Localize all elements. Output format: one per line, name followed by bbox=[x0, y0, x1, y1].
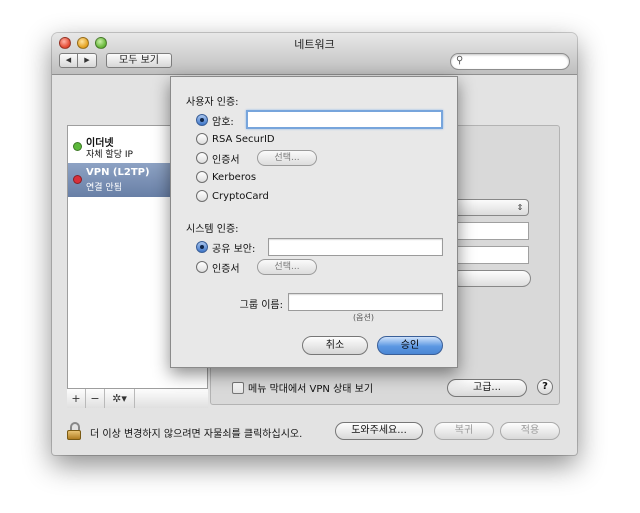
show-vpn-status-option[interactable]: 메뉴 막대에서 VPN 상태 보기 bbox=[232, 380, 373, 395]
lock-icon[interactable] bbox=[66, 422, 82, 440]
user-auth-option-certificate[interactable]: 인증서 bbox=[196, 151, 240, 166]
authentication-settings-sheet: 사용자 인증: 암호: RSA SecurID 인증서 선택... Kerber… bbox=[170, 76, 458, 368]
radio-icon[interactable] bbox=[196, 261, 208, 273]
ok-button[interactable]: 승인 bbox=[377, 336, 443, 355]
password-field[interactable] bbox=[246, 110, 443, 129]
user-auth-option-cryptocard[interactable]: CryptoCard bbox=[196, 189, 269, 203]
titlebar: 네트워크 ◀ ▶ 모두 보기 ⚲ bbox=[52, 33, 577, 75]
user-auth-option-rsa[interactable]: RSA SecurID bbox=[196, 132, 275, 146]
user-auth-option-kerberos[interactable]: Kerberos bbox=[196, 170, 256, 184]
lock-message: 더 이상 변경하지 않으려면 자물쇠를 클릭하십시오. bbox=[90, 429, 303, 440]
option-label: 인증서 bbox=[212, 154, 240, 166]
forward-button[interactable]: ▶ bbox=[78, 53, 97, 68]
cancel-button[interactable]: 취소 bbox=[302, 336, 368, 355]
navigation-buttons: ◀ ▶ bbox=[59, 53, 97, 68]
group-name-field[interactable] bbox=[288, 293, 443, 311]
popup-arrows-icon: ⇕ bbox=[516, 203, 524, 212]
option-label: RSA SecurID bbox=[212, 133, 275, 145]
radio-selected-icon[interactable] bbox=[196, 114, 208, 126]
radio-icon[interactable] bbox=[196, 171, 208, 183]
help-button[interactable]: ? bbox=[537, 379, 553, 395]
option-label: Kerberos bbox=[212, 171, 257, 183]
magnifier-icon: ⚲ bbox=[456, 55, 464, 66]
option-label: 암호: bbox=[212, 116, 234, 128]
back-button[interactable]: ◀ bbox=[59, 53, 78, 68]
search-field[interactable]: ⚲ bbox=[450, 53, 570, 70]
revert-button[interactable]: 복귀 bbox=[434, 422, 494, 440]
option-label: 공유 보안: bbox=[212, 243, 256, 255]
machine-auth-option-certificate[interactable]: 인증서 bbox=[196, 260, 240, 275]
show-vpn-status-label: 메뉴 막대에서 VPN 상태 보기 bbox=[248, 384, 374, 395]
remove-service-button[interactable]: − bbox=[86, 389, 105, 408]
show-all-button[interactable]: 모두 보기 bbox=[106, 53, 172, 68]
radio-selected-icon[interactable] bbox=[196, 241, 208, 253]
action-menu-button[interactable]: ✲▾ bbox=[105, 389, 135, 408]
radio-icon[interactable] bbox=[196, 133, 208, 145]
option-label: CryptoCard bbox=[212, 190, 269, 202]
assist-me-button[interactable]: 도와주세요... bbox=[335, 422, 423, 440]
window-title: 네트워크 bbox=[294, 38, 335, 51]
status-dot-green-icon bbox=[73, 142, 82, 151]
machine-auth-option-shared-secret[interactable]: 공유 보안: bbox=[196, 240, 256, 255]
group-name-label: 그룹 이름: bbox=[239, 300, 283, 311]
radio-icon[interactable] bbox=[196, 152, 208, 164]
user-auth-title: 사용자 인증: bbox=[186, 97, 239, 108]
service-name: VPN (L2TP) bbox=[86, 167, 150, 178]
user-cert-choose-button[interactable]: 선택... bbox=[257, 150, 317, 166]
radio-icon[interactable] bbox=[196, 190, 208, 202]
advanced-button[interactable]: 고급... bbox=[447, 379, 527, 397]
apply-button[interactable]: 적용 bbox=[500, 422, 560, 440]
service-status: 연결 안됨 bbox=[86, 183, 122, 193]
option-label: 인증서 bbox=[212, 263, 240, 275]
service-list-toolbar: + − ✲▾ bbox=[67, 388, 208, 408]
shared-secret-field[interactable] bbox=[268, 238, 443, 256]
auth-settings-button[interactable] bbox=[451, 270, 531, 287]
status-dot-red-icon bbox=[73, 175, 82, 184]
machine-auth-title: 시스템 인증: bbox=[186, 224, 239, 235]
show-vpn-status-checkbox[interactable] bbox=[232, 381, 244, 394]
service-status: 자체 할당 IP bbox=[86, 150, 133, 160]
group-name-optional-hint: (옵션) bbox=[353, 313, 374, 322]
machine-cert-choose-button[interactable]: 선택... bbox=[257, 259, 317, 275]
add-service-button[interactable]: + bbox=[67, 389, 86, 408]
user-auth-option-password[interactable]: 암호: bbox=[196, 113, 234, 128]
